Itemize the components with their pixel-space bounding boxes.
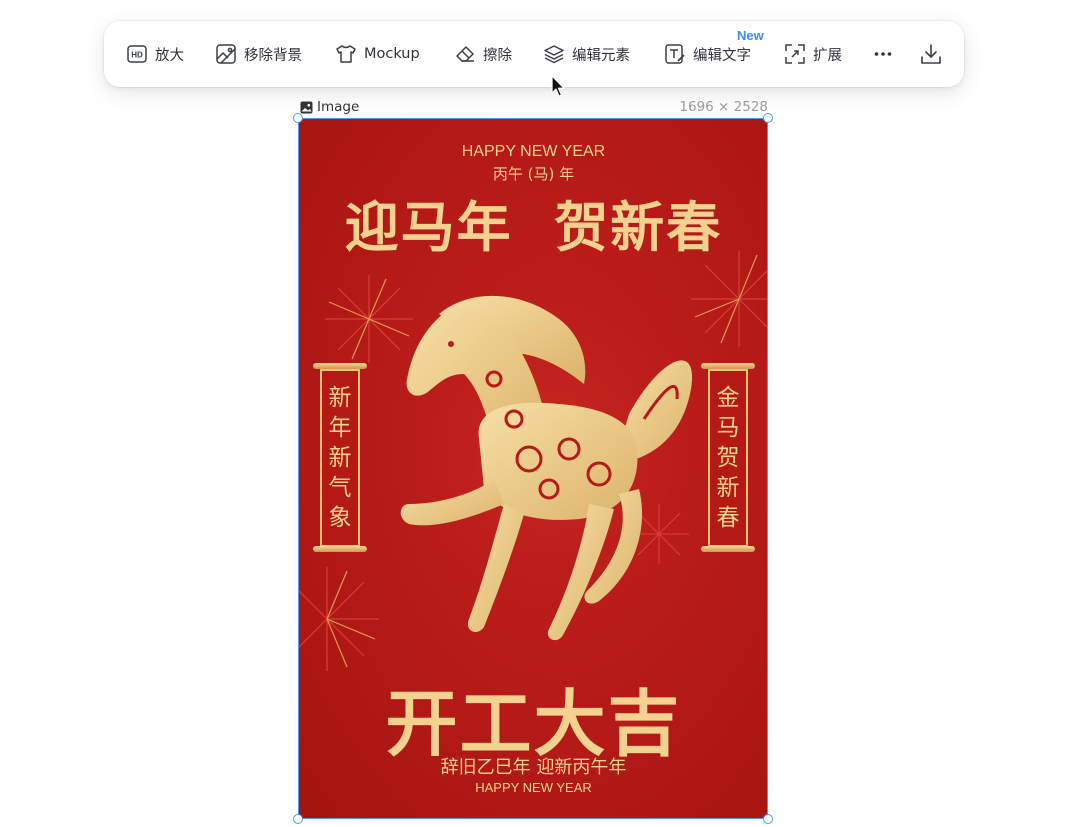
poster-subtitle: 辞旧乙巳年 迎新丙午年 — [440, 757, 627, 778]
right-couplet-scroll: 金 马 贺 新 春 — [708, 369, 748, 547]
right-couplet-char: 春 — [716, 505, 740, 531]
edit-text-icon — [665, 44, 685, 64]
expand-button[interactable]: 扩展 — [784, 21, 842, 87]
resize-handle-bottom-right[interactable] — [763, 814, 773, 824]
expand-label: 扩展 — [813, 47, 842, 64]
mouse-cursor-icon — [551, 75, 565, 97]
left-scroll-bottom-rod — [313, 546, 367, 552]
upscale-button[interactable]: HD 放大 — [126, 21, 184, 87]
poster-headline: 迎马年 贺新春 — [344, 196, 723, 259]
right-couplet-char: 贺 — [716, 445, 740, 471]
resize-handle-bottom-left[interactable] — [293, 814, 303, 824]
firework-top-left — [325, 275, 413, 363]
firework-top-right — [691, 251, 768, 347]
expand-icon — [785, 44, 805, 64]
poster-year-label: 丙午 (马) 年 — [492, 165, 575, 183]
upscale-label: 放大 — [155, 47, 184, 64]
mockup-button[interactable]: Mockup — [335, 21, 420, 87]
svg-text:HD: HD — [131, 51, 143, 60]
remove-background-button[interactable]: 移除背景 — [215, 21, 302, 87]
tshirt-icon — [336, 45, 356, 63]
firework-bottom-left — [299, 567, 379, 671]
left-couplet-char: 象 — [328, 505, 352, 531]
edit-text-label: 编辑文字 — [693, 47, 751, 64]
resize-handle-top-right[interactable] — [763, 113, 773, 123]
left-couplet-char: 新 — [328, 385, 352, 411]
edit-elements-label: 编辑元素 — [572, 47, 630, 64]
left-couplet-char: 新 — [328, 445, 352, 471]
poster-bottom-english: HAPPY NEW YEAR — [475, 780, 592, 795]
poster-image[interactable]: HAPPY NEW YEAR 丙午 (马) 年 迎马年 贺新春 新 年 新 气 … — [299, 119, 768, 819]
image-toolbar: HD 放大 移除背景 Mockup 擦除 编辑元素 编辑文字 New 扩展 — [104, 21, 964, 87]
image-layer-label: Image — [300, 98, 359, 116]
resize-handle-top-left[interactable] — [293, 113, 303, 123]
erase-button[interactable]: 擦除 — [454, 21, 512, 87]
right-scroll-bottom-rod — [701, 546, 755, 552]
image-dimensions: 1696 × 2528 — [679, 99, 768, 115]
erase-label: 擦除 — [483, 47, 512, 64]
remove-background-icon — [216, 44, 236, 64]
download-button[interactable] — [920, 21, 942, 87]
edit-text-button[interactable]: 编辑文字 New — [664, 21, 764, 87]
remove-background-label: 移除背景 — [244, 47, 302, 64]
image-layer-name: Image — [317, 99, 360, 115]
more-button[interactable] — [872, 21, 894, 87]
right-couplet-char: 金 — [716, 385, 740, 411]
left-couplet-scroll: 新 年 新 气 象 — [320, 369, 360, 547]
right-couplet-char: 马 — [716, 415, 740, 441]
hd-icon: HD — [127, 45, 147, 63]
right-couplet-char: 新 — [716, 475, 740, 501]
more-icon — [874, 52, 892, 56]
image-icon — [300, 101, 313, 113]
eraser-icon — [456, 46, 474, 62]
new-badge: New — [737, 28, 764, 43]
poster-top-english: HAPPY NEW YEAR — [461, 143, 606, 160]
layers-icon — [544, 45, 564, 64]
left-couplet-char: 年 — [328, 415, 352, 441]
left-couplet-char: 气 — [328, 475, 352, 501]
mockup-label: Mockup — [364, 46, 420, 62]
download-icon — [921, 44, 941, 64]
